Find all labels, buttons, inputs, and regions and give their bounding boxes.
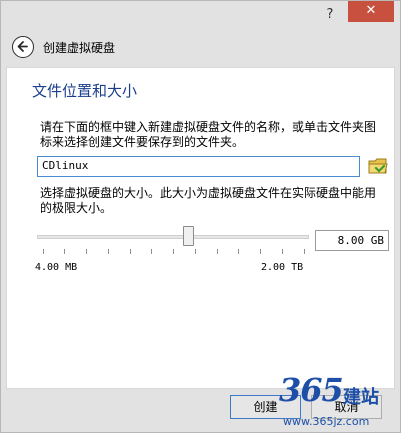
slider-tick: [42, 249, 44, 254]
slider-tick: [303, 249, 305, 254]
watermark-logo: 365 建站 www.365jz.com: [269, 371, 399, 431]
dialog-window: ? ✕ 创建虚拟硬盘 文件位置和大小 请在下面的框中键入新建虚拟硬盘文件的名称，…: [0, 0, 401, 433]
slider-tick: [281, 249, 283, 254]
watermark-url: www.365jz.com: [283, 415, 370, 428]
slider-tick: [260, 249, 261, 254]
section-title: 文件位置和大小: [32, 82, 138, 100]
slider-tick: [86, 249, 87, 254]
size-description: 选择虚拟硬盘的大小。此大小为虚拟硬盘文件在实际硬盘中能用的极限大小。: [40, 186, 377, 215]
folder-icon: [368, 158, 388, 174]
file-location-input[interactable]: CDlinux: [37, 156, 360, 177]
content-panel: 文件位置和大小 请在下面的框中键入新建虚拟硬盘文件的名称，或单击文件夹图标来选择…: [6, 67, 395, 389]
close-button[interactable]: ✕: [348, 1, 394, 22]
slider-track: [37, 235, 309, 239]
location-description: 请在下面的框中键入新建虚拟硬盘文件的名称，或单击文件夹图标来选择创建文件要保存到…: [40, 120, 377, 149]
slider-tick: [216, 249, 218, 254]
slider-tick: [238, 249, 240, 254]
slider-tick: [151, 249, 153, 254]
slider-tick: [129, 249, 131, 254]
wizard-header: 创建虚拟硬盘: [1, 31, 400, 67]
slider-tick: [173, 249, 174, 254]
min-size-label: 4.00 MB: [35, 262, 78, 273]
watermark-brand: 365: [279, 371, 344, 409]
wizard-title: 创建虚拟硬盘: [43, 41, 116, 55]
back-button[interactable]: [12, 36, 34, 58]
folder-button[interactable]: [367, 156, 389, 176]
slider-tick: [64, 249, 66, 254]
help-button[interactable]: ?: [318, 5, 342, 25]
arrow-left-icon: [17, 41, 28, 52]
slider-tick: [194, 249, 196, 254]
size-input[interactable]: 8.00 GB: [315, 230, 389, 251]
slider-thumb[interactable]: [183, 226, 195, 246]
title-bar: ? ✕: [1, 1, 400, 31]
watermark-suffix: 建站: [343, 387, 379, 408]
size-slider[interactable]: [37, 226, 309, 256]
slider-tick: [107, 249, 109, 254]
max-size-label: 2.00 TB: [261, 262, 304, 273]
